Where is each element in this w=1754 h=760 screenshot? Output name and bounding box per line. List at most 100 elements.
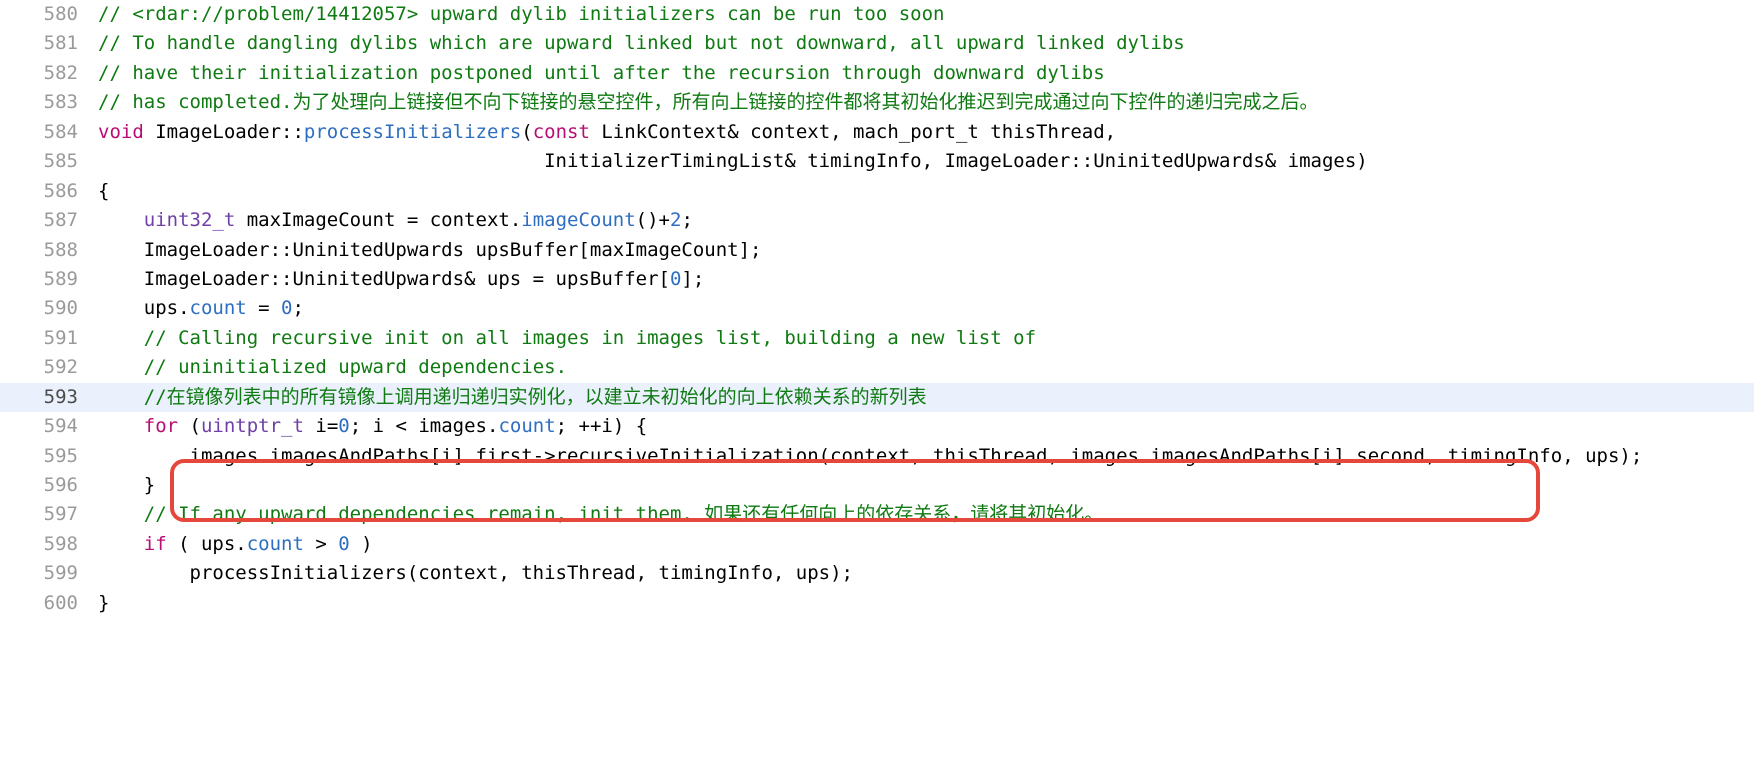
code-content[interactable]: // has completed.为了处理向上链接但不向下链接的悬空控件，所有向… (98, 88, 1754, 117)
line-number: 584 (0, 118, 98, 147)
code-content[interactable]: // uninitialized upward dependencies. (98, 353, 1754, 382)
code-content[interactable]: } (98, 589, 1754, 618)
token: if (144, 533, 167, 555)
code-line[interactable]: 599 processInitializers(context, thisThr… (0, 559, 1754, 588)
token: //在镜像列表中的所有镜像上调用递归递归实例化，以建立未初始化的向上依赖关系的新… (144, 386, 927, 408)
code-content[interactable]: void ImageLoader::processInitializers(co… (98, 118, 1754, 147)
line-number: 593 (0, 383, 98, 412)
token: ]; (681, 268, 704, 290)
line-number: 587 (0, 206, 98, 235)
token: ups. (98, 297, 190, 319)
line-number: 583 (0, 88, 98, 117)
token: ( ups. (167, 533, 247, 555)
token: 0 (338, 533, 349, 555)
token (98, 327, 144, 349)
line-number: 582 (0, 59, 98, 88)
line-number: 586 (0, 177, 98, 206)
token: ; (681, 209, 692, 231)
code-content[interactable]: images.imagesAndPaths[i].first->recursiv… (98, 442, 1754, 471)
token: ( (521, 121, 532, 143)
code-content[interactable]: //在镜像列表中的所有镜像上调用递归递归实例化，以建立未初始化的向上依赖关系的新… (98, 383, 1754, 412)
token: void (98, 121, 144, 143)
code-content[interactable]: uint32_t maxImageCount = context.imageCo… (98, 206, 1754, 235)
token: processInitializers (304, 121, 521, 143)
code-content[interactable]: processInitializers(context, thisThread,… (98, 559, 1754, 588)
code-content[interactable]: // If any upward dependencies remain, in… (98, 500, 1754, 529)
line-number: 581 (0, 29, 98, 58)
token: // Calling recursive init on all images … (144, 327, 1036, 349)
code-line[interactable]: 587 uint32_t maxImageCount = context.ima… (0, 206, 1754, 235)
token: images.imagesAndPaths[i].first->recursiv… (98, 445, 1642, 467)
line-number: 597 (0, 500, 98, 529)
token: i= (304, 415, 338, 437)
code-line[interactable]: 598 if ( ups.count > 0 ) (0, 530, 1754, 559)
token: processInitializers(context, thisThread,… (98, 562, 853, 584)
code-content[interactable]: { (98, 177, 1754, 206)
token: count (247, 533, 304, 555)
code-content[interactable]: InitializerTimingList& timingInfo, Image… (98, 147, 1754, 176)
line-number: 588 (0, 236, 98, 265)
line-number: 599 (0, 559, 98, 588)
code-content[interactable]: } (98, 471, 1754, 500)
line-number: 591 (0, 324, 98, 353)
code-line[interactable]: 594 for (uintptr_t i=0; i < images.count… (0, 412, 1754, 441)
line-number: 590 (0, 294, 98, 323)
token: for (144, 415, 178, 437)
code-line[interactable]: 592 // uninitialized upward dependencies… (0, 353, 1754, 382)
token: // has completed.为了处理向上链接但不向下链接的悬空控件，所有向… (98, 91, 1318, 113)
token: uint32_t (144, 209, 236, 231)
code-line[interactable]: 585 InitializerTimingList& timingInfo, I… (0, 147, 1754, 176)
line-number: 585 (0, 147, 98, 176)
token (98, 415, 144, 437)
token: } (98, 592, 109, 614)
token: ; (293, 297, 304, 319)
line-number: 598 (0, 530, 98, 559)
code-line[interactable]: 586{ (0, 177, 1754, 206)
token: imageCount (521, 209, 635, 231)
code-content[interactable]: if ( ups.count > 0 ) (98, 530, 1754, 559)
code-line[interactable]: 597 // If any upward dependencies remain… (0, 500, 1754, 529)
code-editor[interactable]: 580// <rdar://problem/14412057> upward d… (0, 0, 1754, 618)
code-line[interactable]: 595 images.imagesAndPaths[i].first->recu… (0, 442, 1754, 471)
token: count (190, 297, 247, 319)
code-line[interactable]: 582// have their initialization postpone… (0, 59, 1754, 88)
token (98, 386, 144, 408)
token: > (304, 533, 338, 555)
code-content[interactable]: // Calling recursive init on all images … (98, 324, 1754, 353)
code-line[interactable]: 591 // Calling recursive init on all ima… (0, 324, 1754, 353)
line-number: 600 (0, 589, 98, 618)
token: // If any upward dependencies remain, in… (144, 503, 1104, 525)
code-line[interactable]: 588 ImageLoader::UninitedUpwards upsBuff… (0, 236, 1754, 265)
code-content[interactable]: for (uintptr_t i=0; i < images.count; ++… (98, 412, 1754, 441)
code-line[interactable]: 584void ImageLoader::processInitializers… (0, 118, 1754, 147)
line-number: 596 (0, 471, 98, 500)
token: ImageLoader::UninitedUpwards upsBuffer[m… (98, 239, 761, 261)
token: ; ++i) { (556, 415, 648, 437)
code-line[interactable]: 590 ups.count = 0; (0, 294, 1754, 323)
code-line[interactable]: 596 } (0, 471, 1754, 500)
token: 0 (281, 297, 292, 319)
token: ( (178, 415, 201, 437)
code-line[interactable]: 580// <rdar://problem/14412057> upward d… (0, 0, 1754, 29)
code-content[interactable]: // have their initialization postponed u… (98, 59, 1754, 88)
code-line[interactable]: 600} (0, 589, 1754, 618)
token (98, 533, 144, 555)
code-line[interactable]: 593 //在镜像列表中的所有镜像上调用递归递归实例化，以建立未初始化的向上依赖… (0, 383, 1754, 412)
code-content[interactable]: ImageLoader::UninitedUpwards upsBuffer[m… (98, 236, 1754, 265)
code-line[interactable]: 583// has completed.为了处理向上链接但不向下链接的悬空控件，… (0, 88, 1754, 117)
token (98, 209, 144, 231)
code-content[interactable]: // <rdar://problem/14412057> upward dyli… (98, 0, 1754, 29)
code-content[interactable]: ups.count = 0; (98, 294, 1754, 323)
line-number: 594 (0, 412, 98, 441)
token: uintptr_t (201, 415, 304, 437)
token: count (498, 415, 555, 437)
line-number: 595 (0, 442, 98, 471)
code-content[interactable]: // To handle dangling dylibs which are u… (98, 29, 1754, 58)
token: // uninitialized upward dependencies. (144, 356, 567, 378)
code-line[interactable]: 581// To handle dangling dylibs which ar… (0, 29, 1754, 58)
token: InitializerTimingList& timingInfo, Image… (98, 150, 1368, 172)
token (98, 356, 144, 378)
token: ImageLoader:: (144, 121, 304, 143)
code-content[interactable]: ImageLoader::UninitedUpwards& ups = upsB… (98, 265, 1754, 294)
code-line[interactable]: 589 ImageLoader::UninitedUpwards& ups = … (0, 265, 1754, 294)
